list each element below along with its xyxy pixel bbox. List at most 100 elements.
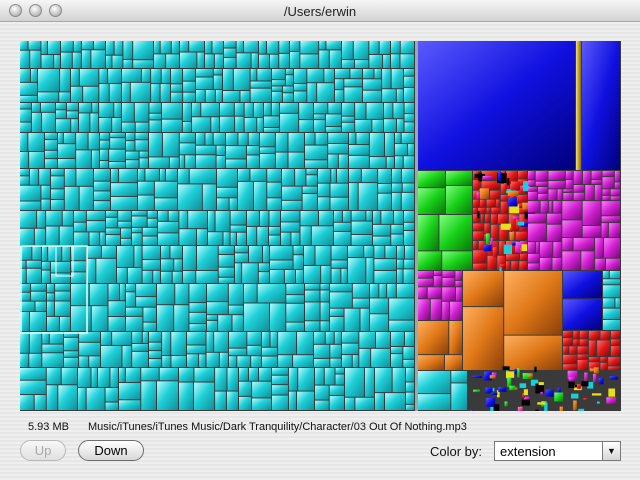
treemap-cell[interactable] [196, 77, 213, 89]
treemap-cell[interactable] [172, 271, 182, 283]
treemap-cell[interactable] [267, 169, 281, 182]
treemap-cell[interactable] [535, 409, 539, 411]
treemap-cell[interactable] [496, 199, 500, 207]
treemap-cell[interactable] [293, 355, 313, 367]
treemap-cell[interactable] [527, 374, 533, 378]
treemap-cell[interactable] [379, 41, 390, 54]
treemap-cell[interactable] [244, 103, 253, 118]
treemap-cell[interactable] [94, 181, 110, 191]
treemap-cell[interactable] [603, 319, 620, 330]
treemap-cell[interactable] [359, 332, 376, 348]
treemap-cell[interactable] [162, 133, 179, 157]
treemap-cell[interactable] [238, 133, 248, 146]
treemap-cell[interactable] [507, 178, 510, 186]
treemap-cell[interactable] [246, 155, 259, 168]
treemap-cell[interactable] [528, 223, 547, 242]
treemap-cell[interactable] [335, 374, 344, 385]
treemap-cell[interactable] [352, 355, 359, 367]
treemap-cell[interactable] [385, 393, 405, 410]
treemap-cell[interactable] [304, 246, 315, 265]
treemap-cell[interactable] [348, 258, 366, 283]
treemap-cell[interactable] [51, 189, 64, 200]
treemap-cell[interactable] [141, 368, 159, 381]
treemap-cell[interactable] [484, 223, 490, 234]
treemap-cell[interactable] [305, 302, 320, 321]
treemap-cell[interactable] [236, 41, 244, 53]
treemap-cell[interactable] [119, 383, 141, 400]
treemap-cell[interactable] [540, 391, 544, 395]
treemap-cell[interactable] [364, 246, 374, 258]
treemap-cell[interactable] [369, 157, 386, 168]
treemap-cell[interactable] [520, 253, 527, 261]
treemap-cell[interactable] [366, 211, 372, 221]
treemap-cell[interactable] [581, 381, 589, 387]
treemap-cell[interactable] [161, 259, 174, 271]
treemap-cell[interactable] [364, 368, 374, 397]
treemap-cell[interactable] [351, 211, 366, 221]
treemap-cell[interactable] [442, 287, 456, 301]
down-button[interactable]: Down [78, 440, 144, 461]
treemap-cell[interactable] [573, 192, 585, 201]
treemap-cell[interactable] [463, 271, 504, 307]
treemap-cell[interactable] [86, 246, 101, 258]
treemap-cell[interactable] [187, 332, 206, 345]
treemap-cell[interactable] [44, 150, 57, 159]
treemap-cell[interactable] [218, 315, 232, 331]
treemap-cell[interactable] [196, 155, 216, 168]
treemap-cell[interactable] [88, 133, 99, 150]
treemap-cell[interactable] [162, 356, 171, 367]
treemap-cell[interactable] [91, 368, 98, 387]
treemap-cell[interactable] [154, 198, 177, 210]
treemap-cell[interactable] [138, 169, 145, 181]
treemap-cell[interactable] [161, 69, 170, 84]
treemap-cell[interactable] [250, 69, 257, 81]
treemap-cell[interactable] [480, 214, 485, 223]
treemap-cell[interactable] [305, 321, 320, 331]
treemap-cell[interactable] [229, 356, 237, 367]
treemap-cell[interactable] [328, 133, 348, 143]
treemap-cell[interactable] [614, 182, 620, 189]
treemap-cell[interactable] [224, 41, 236, 48]
treemap-cell[interactable] [356, 133, 369, 145]
treemap-cell[interactable] [118, 211, 131, 221]
treemap-cell[interactable] [106, 228, 121, 235]
treemap-cell[interactable] [235, 246, 248, 253]
treemap-cell[interactable] [588, 331, 600, 340]
treemap-cell[interactable] [185, 155, 195, 168]
treemap-cell[interactable] [290, 51, 300, 68]
treemap-cell[interactable] [216, 187, 237, 198]
treemap-cell[interactable] [135, 122, 149, 132]
treemap-cell[interactable] [330, 344, 341, 358]
treemap-cell[interactable] [153, 270, 160, 283]
treemap-cell[interactable] [158, 211, 168, 221]
treemap-cell[interactable] [401, 192, 414, 210]
treemap-cell[interactable] [278, 332, 297, 355]
treemap-cell[interactable] [233, 69, 250, 91]
treemap-cell[interactable] [391, 332, 404, 347]
treemap-cell[interactable] [306, 175, 317, 186]
treemap-cell[interactable] [281, 232, 291, 245]
treemap-cell[interactable] [445, 185, 472, 214]
treemap-cell[interactable] [509, 385, 516, 391]
treemap-cell[interactable] [568, 381, 575, 389]
treemap-cell[interactable] [174, 305, 189, 331]
treemap-cell[interactable] [486, 199, 496, 207]
treemap-cell[interactable] [56, 103, 66, 110]
treemap-cell[interactable] [338, 154, 348, 168]
treemap-cell[interactable] [385, 246, 396, 259]
treemap-cell[interactable] [106, 41, 114, 55]
treemap-cell[interactable] [126, 284, 136, 292]
treemap-cell[interactable] [506, 254, 520, 261]
treemap-cell[interactable] [536, 242, 539, 253]
treemap-cell[interactable] [500, 223, 511, 230]
treemap-cell[interactable] [149, 342, 162, 351]
treemap-cell[interactable] [71, 86, 83, 102]
treemap-cell[interactable] [279, 41, 289, 53]
treemap-cell[interactable] [110, 133, 125, 138]
treemap-cell[interactable] [42, 344, 63, 353]
treemap-cell[interactable] [142, 227, 157, 236]
treemap-cell[interactable] [126, 133, 135, 141]
treemap-cell[interactable] [392, 368, 405, 393]
treemap-cell[interactable] [602, 177, 614, 189]
treemap-cell[interactable] [317, 83, 334, 102]
